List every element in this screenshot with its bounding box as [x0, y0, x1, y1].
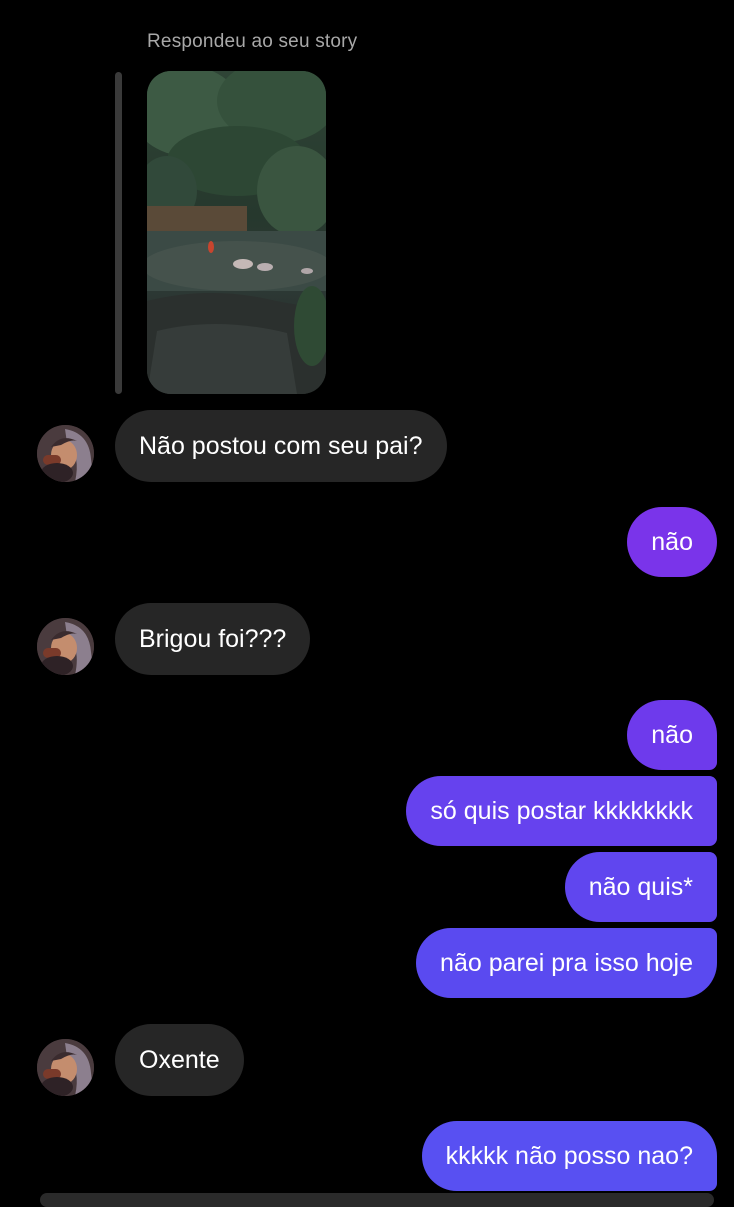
- outgoing-message[interactable]: kkkkk não posso nao?: [421, 1121, 717, 1191]
- incoming-message[interactable]: Não postou com seu pai?: [115, 410, 447, 482]
- outgoing-message[interactable]: não quis*: [564, 852, 717, 922]
- outgoing-message[interactable]: só quis postar kkkkkkkk: [406, 776, 717, 846]
- contact-avatar[interactable]: [37, 425, 94, 482]
- story-reply-caption: Respondeu ao seu story: [147, 31, 358, 52]
- avatar-photo: [37, 618, 94, 675]
- next-item-partial: [40, 1193, 714, 1207]
- avatar-photo: [37, 1039, 94, 1096]
- outgoing-message[interactable]: não parei pra isso hoje: [416, 928, 717, 998]
- incoming-message[interactable]: Brigou foi???: [115, 603, 311, 675]
- outgoing-message[interactable]: não: [627, 507, 717, 577]
- contact-avatar[interactable]: [37, 618, 94, 675]
- story-reply-indicator: [115, 72, 122, 394]
- incoming-message[interactable]: Oxente: [115, 1024, 244, 1096]
- outgoing-message[interactable]: não: [627, 700, 717, 770]
- story-image: [147, 71, 326, 394]
- contact-avatar[interactable]: [37, 1039, 94, 1096]
- story-thumbnail[interactable]: [147, 71, 326, 394]
- avatar-photo: [37, 425, 94, 482]
